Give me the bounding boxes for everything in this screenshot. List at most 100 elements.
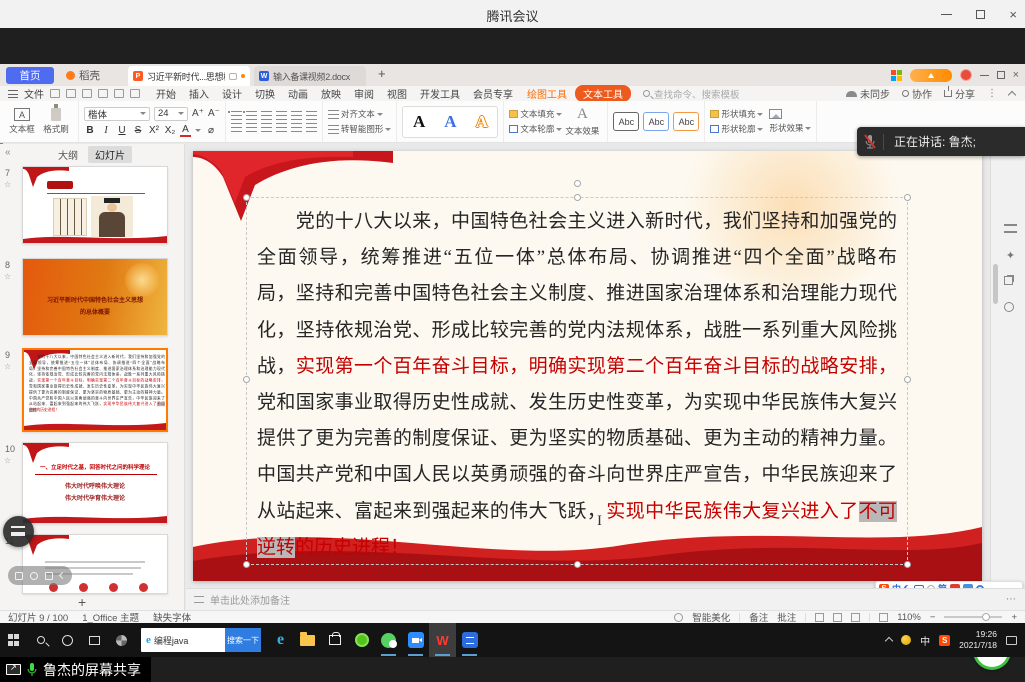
collapse-ribbon-icon[interactable] xyxy=(1008,91,1016,99)
to-smartart-button[interactable]: 转智能图形 xyxy=(328,123,392,135)
tab-outline[interactable]: 大纲 xyxy=(58,147,78,162)
wps-close-icon[interactable]: × xyxy=(1013,70,1019,81)
zoom-level[interactable]: 110% xyxy=(897,612,921,623)
draw-tools-tab[interactable]: 绘图工具 xyxy=(527,86,567,101)
numbered-list-icon[interactable] xyxy=(246,111,257,120)
menu-devtools[interactable]: 开发工具 xyxy=(420,86,460,101)
taskbar-meeting[interactable] xyxy=(402,623,429,657)
shape-style-orange[interactable]: Abc xyxy=(673,112,699,131)
output-icon[interactable] xyxy=(66,89,76,98)
menu-transition[interactable]: 切换 xyxy=(255,86,275,101)
taskbar-explorer[interactable] xyxy=(294,623,321,657)
resize-handle[interactable] xyxy=(243,376,250,383)
tab-slides[interactable]: 幻灯片 xyxy=(88,146,132,163)
slide-thumbnail-11[interactable] xyxy=(22,534,168,594)
cortana-button[interactable] xyxy=(54,623,81,657)
taskbar-wechat[interactable] xyxy=(375,623,402,657)
resize-handle[interactable] xyxy=(243,561,250,568)
meeting-panel-toggle[interactable] xyxy=(3,516,34,547)
duplicate-icon[interactable] xyxy=(1004,276,1013,285)
theme-name[interactable]: 1_Office 主题 xyxy=(82,610,139,624)
taskbar-search-button[interactable] xyxy=(27,623,54,657)
tab-presentation-doc[interactable]: P 习近平新时代...思想概论总论 xyxy=(128,66,250,86)
shape-fill-button[interactable]: 形状填充 xyxy=(710,108,763,120)
collapse-panel-icon[interactable]: « xyxy=(5,147,11,158)
taskbar-wps-active[interactable]: W xyxy=(429,623,456,657)
preset-black-a[interactable]: A xyxy=(413,112,425,132)
decrease-indent-icon[interactable] xyxy=(261,111,272,120)
font-color-caret[interactable] xyxy=(195,129,201,132)
align-right-icon[interactable] xyxy=(261,123,272,132)
notification-center-icon[interactable] xyxy=(1006,636,1017,645)
undo-icon[interactable] xyxy=(114,89,124,98)
preview-icon[interactable] xyxy=(98,89,108,98)
resize-handle[interactable] xyxy=(574,194,581,201)
columns-icon[interactable] xyxy=(306,123,317,132)
utility-app-button[interactable] xyxy=(108,623,135,657)
tray-security-icon[interactable] xyxy=(901,635,911,645)
minimize-icon[interactable] xyxy=(941,14,952,15)
share-tool-icon[interactable] xyxy=(15,572,23,580)
format-painter-button[interactable]: 格式刷 xyxy=(39,108,73,135)
chat-icon[interactable] xyxy=(45,572,53,580)
more-menu-icon[interactable]: ⋮ xyxy=(987,88,997,99)
normal-view-icon[interactable] xyxy=(815,613,824,622)
text-tools-tab[interactable]: 文本工具 xyxy=(575,85,631,102)
picture-icon[interactable] xyxy=(769,109,782,119)
menu-design[interactable]: 设计 xyxy=(222,86,242,101)
print-icon[interactable] xyxy=(82,89,92,98)
slide-thumbnail-10[interactable]: 一、立足时代之基，回答时代之问的科学理论 伟大时代呼唤伟大理论 伟大时代孕育伟大… xyxy=(22,442,168,524)
menu-slideshow[interactable]: 放映 xyxy=(321,86,341,101)
distribute-icon[interactable] xyxy=(291,123,302,132)
tray-ime-indicator[interactable]: 中 xyxy=(920,633,930,648)
menu-animation[interactable]: 动画 xyxy=(288,86,308,101)
member-badge[interactable] xyxy=(910,69,952,82)
collapse-icon[interactable] xyxy=(59,572,66,579)
tab-word-doc[interactable]: W 输入备课视频2.docx xyxy=(254,66,366,86)
avatar[interactable] xyxy=(960,69,972,81)
sorter-view-icon[interactable] xyxy=(833,613,842,622)
underline-button[interactable]: U xyxy=(116,125,128,136)
text-fill-button[interactable]: 文本填充 xyxy=(509,108,562,120)
shape-style-black[interactable]: Abc xyxy=(613,112,639,131)
text-direction-icon[interactable] xyxy=(291,111,302,120)
reading-view-icon[interactable] xyxy=(851,613,860,622)
workspace-grid-icon[interactable] xyxy=(891,70,902,81)
file-menu[interactable]: 文件 xyxy=(24,86,44,101)
tray-clock[interactable]: 19:26 2021/7/18 xyxy=(959,629,997,651)
rotate-handle[interactable] xyxy=(574,180,581,187)
menu-member[interactable]: 会员专享 xyxy=(473,86,513,101)
strike-button[interactable]: S xyxy=(132,125,144,136)
shape-style-blue[interactable]: Abc xyxy=(643,112,669,131)
notes-more-icon[interactable]: ⋯ xyxy=(1006,594,1017,605)
notes-toggle[interactable]: 备注 xyxy=(749,610,768,624)
text-effect-button[interactable]: A 文本效果 xyxy=(562,106,602,137)
emoji-icon[interactable] xyxy=(30,572,38,580)
close-icon[interactable]: × xyxy=(1009,8,1017,21)
grow-font-button[interactable]: A⁺ xyxy=(192,108,204,119)
slide-thumbnail-7[interactable] xyxy=(22,166,168,244)
properties-icon[interactable] xyxy=(1004,224,1017,233)
meeting-mini-toolbar[interactable] xyxy=(8,566,72,585)
search-go-button[interactable]: 搜索一下 xyxy=(225,628,261,652)
taskbar-docs[interactable] xyxy=(456,623,483,657)
slide-thumbnail-9-selected[interactable]: 党的十八大以来，中国特色社会主义进入新时代，我们坚持和加强党的全面领导，统筹推进… xyxy=(22,348,168,432)
save-icon[interactable] xyxy=(50,89,60,98)
comments-toggle[interactable]: 批注 xyxy=(777,610,796,624)
add-slide-button[interactable]: + xyxy=(78,594,86,610)
resize-handle[interactable] xyxy=(243,194,250,201)
line-spacing-icon[interactable] xyxy=(306,111,317,120)
tray-sogou-icon[interactable]: S xyxy=(939,635,950,646)
redo-icon[interactable] xyxy=(130,89,140,98)
menu-review[interactable]: 审阅 xyxy=(354,86,374,101)
command-search[interactable]: 查找命令、搜索模板 xyxy=(643,87,740,101)
resize-handle[interactable] xyxy=(904,561,911,568)
share-button[interactable]: 分享 xyxy=(944,86,975,101)
tab-docer[interactable]: 稻壳 xyxy=(60,67,118,84)
menu-start[interactable]: 开始 xyxy=(156,86,176,101)
taskbar-360[interactable] xyxy=(348,623,375,657)
italic-button[interactable]: I xyxy=(100,125,112,136)
zoom-slider-knob[interactable] xyxy=(982,613,990,621)
increase-indent-icon[interactable] xyxy=(276,111,287,120)
collab-button[interactable]: 协作 xyxy=(902,86,932,101)
